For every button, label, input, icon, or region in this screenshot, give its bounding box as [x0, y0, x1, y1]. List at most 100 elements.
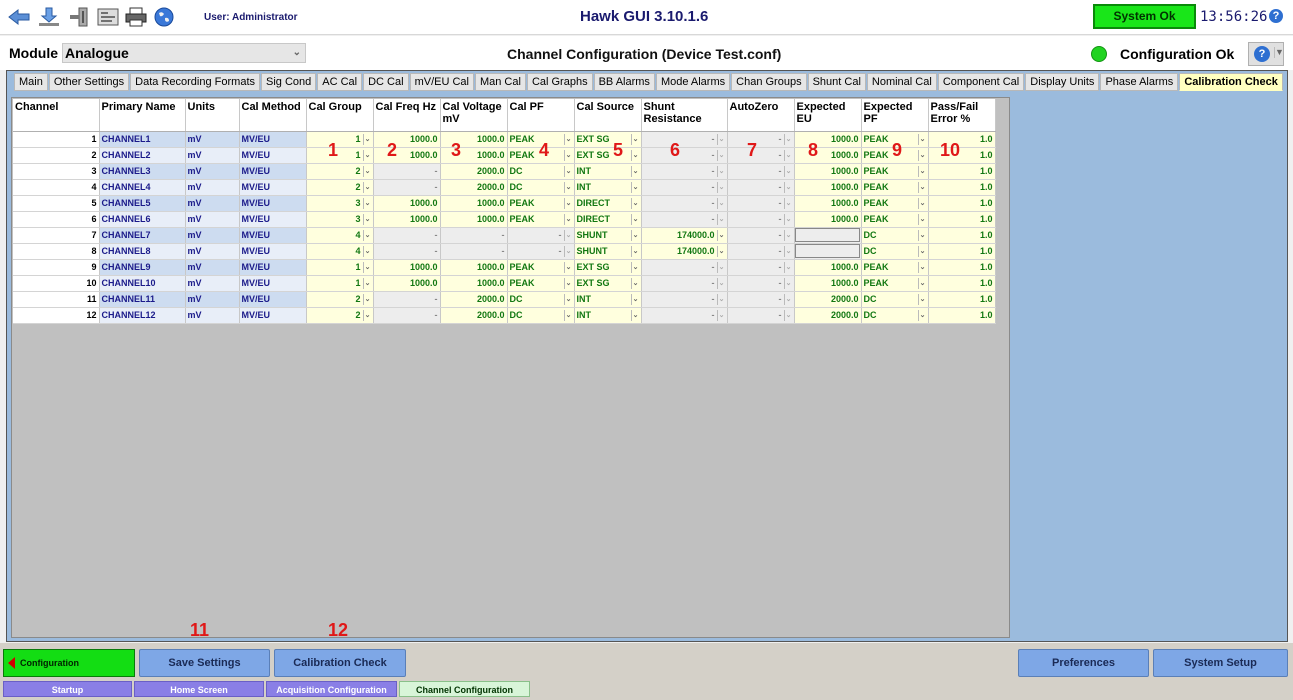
chevron-down-icon[interactable]: ⌄ — [630, 149, 640, 161]
cal-pf-cell[interactable]: - ⌄ — [507, 227, 575, 244]
calibrate-icon[interactable] — [95, 5, 121, 29]
save-settings-button[interactable]: Save Settings — [139, 649, 270, 677]
tab-component-cal[interactable]: Component Cal — [937, 73, 1025, 91]
chevron-down-icon[interactable]: ⌄ — [362, 213, 372, 225]
chevron-down-icon[interactable]: ⌄ — [362, 277, 372, 289]
pass-fail-error-cell[interactable]: 1.0 — [928, 179, 996, 196]
chevron-down-icon[interactable]: ⌄ — [783, 277, 793, 289]
units-cell[interactable]: mV — [185, 163, 240, 180]
cal-group-cell[interactable]: 4 ⌄ — [306, 227, 374, 244]
chevron-down-icon[interactable]: ⌄ — [563, 181, 573, 193]
chevron-down-icon[interactable]: ⌄ — [783, 197, 793, 209]
cal-source-cell[interactable]: INT ⌄ — [574, 291, 642, 308]
cal-pf-cell[interactable]: DC ⌄ — [507, 179, 575, 196]
chevron-down-icon[interactable]: ⌄ — [716, 213, 726, 225]
cal-group-cell[interactable]: 1 ⌄ — [306, 275, 374, 292]
cal-group-cell[interactable]: 2 ⌄ — [306, 291, 374, 308]
column-header[interactable]: Cal Voltage mV — [440, 99, 508, 132]
shunt-resistance-cell[interactable]: - ⌄ — [641, 211, 728, 228]
cal-group-cell[interactable]: 1 ⌄ — [306, 259, 374, 276]
chevron-down-icon[interactable]: ⌄ — [563, 165, 573, 177]
chevron-down-icon[interactable]: ⌄ — [630, 197, 640, 209]
expected-eu-cell[interactable]: 2000.0 — [794, 291, 862, 308]
expected-pf-cell[interactable]: DC ⌄ — [861, 227, 929, 244]
cal-source-cell[interactable]: DIRECT ⌄ — [574, 211, 642, 228]
tab-chan-groups[interactable]: Chan Groups — [731, 73, 807, 91]
cal-method-cell[interactable]: MV/EU — [239, 147, 307, 164]
table-row[interactable]: 7 CHANNEL7 mV MV/EU 4 ⌄ - - - ⌄ SHUNT ⌄ 174000.0 ⌄ - ⌄ D… — [13, 227, 996, 244]
chevron-down-icon[interactable]: ⌄ — [630, 309, 640, 321]
chevron-down-icon[interactable]: ⌄ — [716, 229, 726, 241]
cal-freq-cell[interactable]: 1000.0 — [373, 259, 441, 276]
cal-freq-cell[interactable]: - — [373, 227, 441, 244]
chevron-down-icon[interactable]: ⌄ — [362, 181, 372, 193]
cal-group-cell[interactable]: 1 ⌄ — [306, 147, 374, 164]
chevron-down-icon[interactable]: ⌄ — [783, 181, 793, 193]
expected-pf-cell[interactable]: PEAK ⌄ — [861, 195, 929, 212]
expected-eu-cell[interactable]: 1000.0 — [794, 131, 862, 148]
cal-method-cell[interactable]: MV/EU — [239, 195, 307, 212]
table-row[interactable]: 8 CHANNEL8 mV MV/EU 4 ⌄ - - - ⌄ SHUNT ⌄ 174000.0 ⌄ - ⌄ D… — [13, 243, 996, 260]
chevron-down-icon[interactable]: ⌄ — [917, 213, 927, 225]
expected-eu-cell[interactable]: 1000.0 — [794, 259, 862, 276]
chevron-down-icon[interactable]: ⌄ — [563, 293, 573, 305]
tab-cal-graphs[interactable]: Cal Graphs — [526, 73, 593, 91]
primary-name-cell[interactable]: CHANNEL1 — [99, 131, 186, 148]
chevron-down-icon[interactable]: ⌄ — [630, 213, 640, 225]
cal-source-cell[interactable]: DIRECT ⌄ — [574, 195, 642, 212]
table-row[interactable]: 9 CHANNEL9 mV MV/EU 1 ⌄ 1000.0 1000.0 PEAK ⌄ EXT S… — [13, 259, 996, 276]
chevron-down-icon[interactable]: ⌄ — [563, 133, 573, 145]
chevron-down-icon[interactable]: ⌄ — [917, 229, 927, 241]
column-header[interactable]: AutoZero — [727, 99, 795, 132]
breadcrumb-startup[interactable]: Startup — [3, 681, 132, 697]
pass-fail-error-cell[interactable]: 1.0 — [928, 163, 996, 180]
cal-method-cell[interactable]: MV/EU — [239, 243, 307, 260]
cal-method-cell[interactable]: MV/EU — [239, 211, 307, 228]
cal-freq-cell[interactable]: 1000.0 — [373, 131, 441, 148]
shunt-resistance-cell[interactable]: - ⌄ — [641, 275, 728, 292]
units-cell[interactable]: mV — [185, 179, 240, 196]
shunt-resistance-cell[interactable]: - ⌄ — [641, 163, 728, 180]
chevron-down-icon[interactable]: ⌄ — [362, 197, 372, 209]
column-header[interactable]: Cal Freq Hz — [373, 99, 441, 132]
chevron-down-icon[interactable]: ⌄ — [783, 149, 793, 161]
chevron-down-icon[interactable]: ⌄ — [630, 277, 640, 289]
chevron-down-icon[interactable]: ⌄ — [563, 229, 573, 241]
chevron-down-icon[interactable]: ⌄ — [716, 245, 726, 257]
cal-freq-cell[interactable]: 1000.0 — [373, 147, 441, 164]
tab-dc-cal[interactable]: DC Cal — [363, 73, 409, 91]
tab-ac-cal[interactable]: AC Cal — [317, 73, 363, 91]
chevron-down-icon[interactable]: ⌄ — [783, 245, 793, 257]
primary-name-cell[interactable]: CHANNEL3 — [99, 163, 186, 180]
chevron-down-icon[interactable]: ⌄ — [362, 245, 372, 257]
chevron-down-icon[interactable]: ⌄ — [563, 261, 573, 273]
chevron-down-icon[interactable]: ⌄ — [917, 181, 927, 193]
primary-name-cell[interactable]: CHANNEL12 — [99, 307, 186, 324]
chevron-down-icon[interactable]: ⌄ — [783, 229, 793, 241]
chevron-down-icon[interactable]: ⌄ — [783, 293, 793, 305]
chevron-down-icon[interactable]: ⌄ — [917, 133, 927, 145]
chevron-down-icon[interactable]: ⌄ — [716, 133, 726, 145]
cal-voltage-cell[interactable]: 1000.0 — [440, 195, 508, 212]
expected-eu-cell[interactable]: 2000.0 — [794, 307, 862, 324]
shunt-resistance-cell[interactable]: - ⌄ — [641, 259, 728, 276]
calibration-check-button[interactable]: Calibration Check — [274, 649, 406, 677]
breadcrumb-acquisition-configuration[interactable]: Acquisition Configuration — [266, 681, 397, 697]
expected-pf-cell[interactable]: DC ⌄ — [861, 307, 929, 324]
pass-fail-error-cell[interactable]: 1.0 — [928, 307, 996, 324]
primary-name-cell[interactable]: CHANNEL11 — [99, 291, 186, 308]
cal-source-cell[interactable]: INT ⌄ — [574, 163, 642, 180]
expected-eu-cell[interactable]: 1000.0 — [794, 147, 862, 164]
expected-pf-cell[interactable]: DC ⌄ — [861, 291, 929, 308]
column-header[interactable]: Cal Method — [239, 99, 307, 132]
system-status-badge[interactable]: System Ok — [1093, 4, 1196, 29]
plug-icon[interactable] — [66, 5, 92, 29]
cal-freq-cell[interactable]: - — [373, 291, 441, 308]
shunt-resistance-cell[interactable]: - ⌄ — [641, 147, 728, 164]
cal-group-cell[interactable]: 3 ⌄ — [306, 211, 374, 228]
shunt-resistance-cell[interactable]: - ⌄ — [641, 291, 728, 308]
chevron-down-icon[interactable]: ⌄ — [362, 149, 372, 161]
primary-name-cell[interactable]: CHANNEL8 — [99, 243, 186, 260]
tab-other-settings[interactable]: Other Settings — [48, 73, 130, 91]
cal-freq-cell[interactable]: 1000.0 — [373, 195, 441, 212]
